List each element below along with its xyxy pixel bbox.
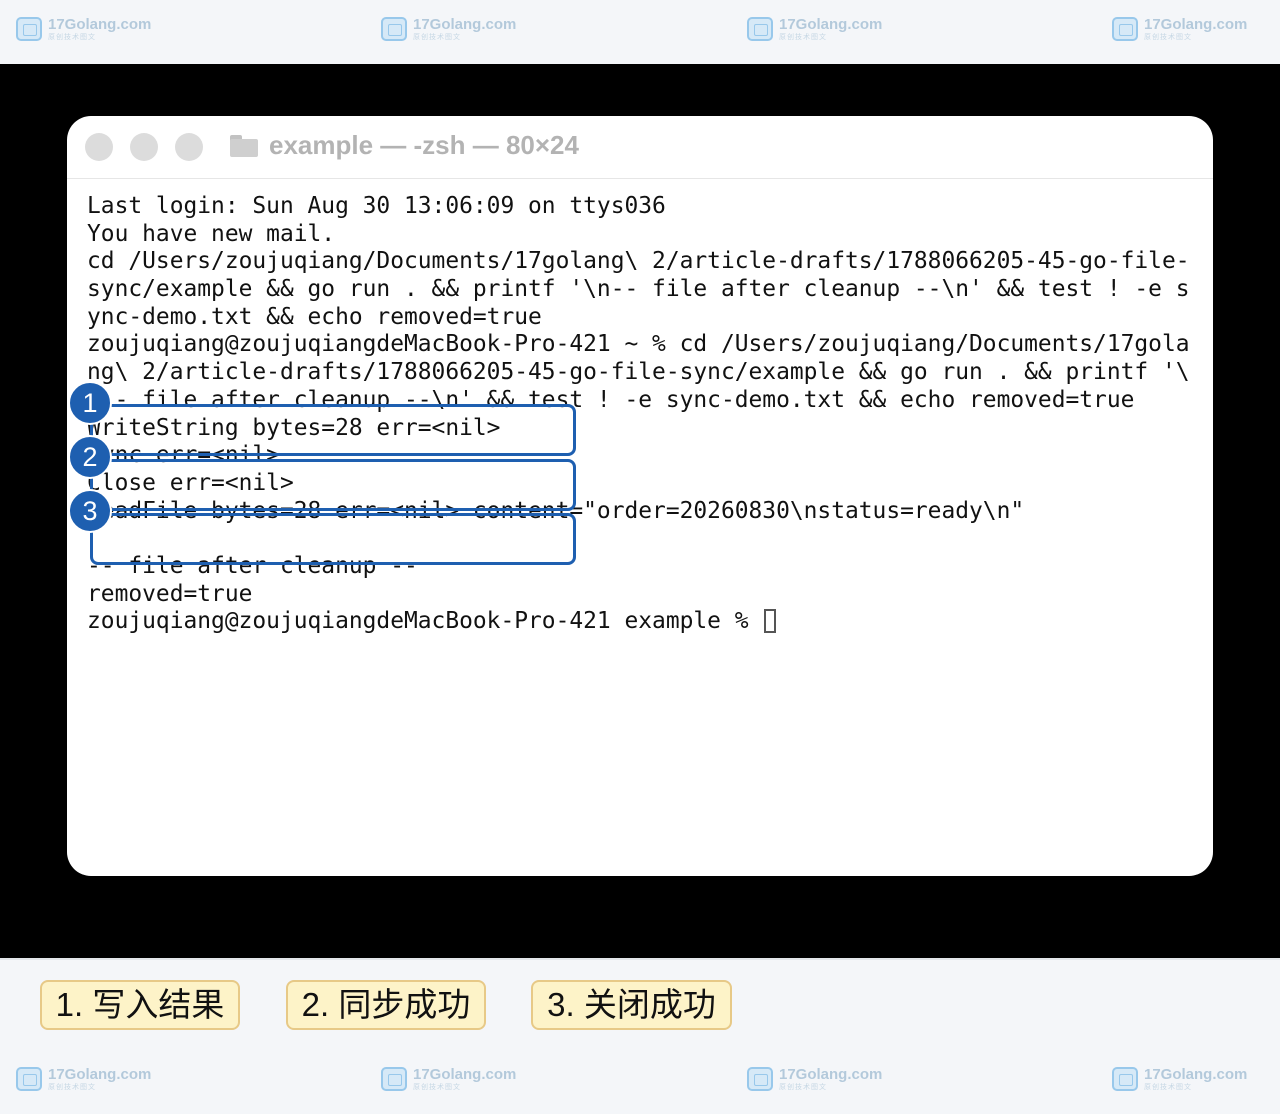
site-logo-icon: [381, 1067, 407, 1091]
watermark-subtext: 原创技术图文: [779, 34, 827, 41]
highlight-badge-3: 3: [68, 489, 112, 533]
window-title: example — -zsh — 80×24: [269, 130, 579, 160]
window-titlebar[interactable]: example — -zsh — 80×24: [67, 116, 1213, 179]
terminal-line: sync/example && go run . && printf '\n--…: [87, 276, 1190, 303]
watermark: 17Golang.com 原创技术图文: [1112, 17, 1247, 41]
watermark-text: 17Golang.com: [413, 1066, 517, 1083]
terminal-line: ync-demo.txt && echo removed=true: [87, 303, 542, 330]
watermark: 17Golang.com 原创技术图文: [1112, 1067, 1247, 1091]
text-cursor: [764, 609, 777, 634]
legend-item-1: 1. 写入结果: [40, 980, 240, 1030]
watermark: 17Golang.com 原创技术图文: [381, 17, 516, 41]
watermark-subtext: 原创技术图文: [413, 1084, 461, 1091]
watermark-text: 17Golang.com: [779, 16, 883, 33]
watermark: 17Golang.com 原创技术图文: [16, 1067, 151, 1091]
watermark-text: 17Golang.com: [48, 1066, 152, 1083]
highlight-box-1: [90, 404, 576, 456]
watermark-subtext: 原创技术图文: [48, 34, 96, 41]
watermark: 17Golang.com 原创技术图文: [747, 17, 882, 41]
terminal-line: cd /Users/zoujuqiang/Documents/17golang\…: [87, 248, 1190, 275]
shell-prompt: zoujuqiang@zoujuqiangdeMacBook-Pro-421 e…: [87, 608, 763, 635]
zoom-window-button[interactable]: [175, 133, 203, 161]
terminal-line: removed=true: [87, 580, 253, 607]
watermark-band-top: 17Golang.com 原创技术图文 17Golang.com 原创技术图文 17…: [0, 0, 1280, 64]
watermark-subtext: 原创技术图文: [48, 1084, 96, 1091]
watermark-text: 17Golang.com: [779, 1066, 883, 1083]
highlight-badge-2: 2: [68, 435, 112, 479]
terminal-line: zoujuqiang@zoujuqiangdeMacBook-Pro-421 ~…: [87, 331, 1190, 358]
site-logo-icon: [16, 1067, 42, 1091]
watermark-band-bottom: 17Golang.com 原创技术图文 17Golang.com 原创技术图文 17…: [0, 1056, 1280, 1114]
site-logo-icon: [1112, 1067, 1138, 1091]
legend-item-3: 3. 关闭成功: [531, 980, 732, 1030]
watermark: 17Golang.com 原创技术图文: [747, 1067, 882, 1091]
watermark: 17Golang.com 原创技术图文: [16, 17, 151, 41]
terminal-line: You have new mail.: [87, 220, 336, 247]
legend-band: 1. 写入结果 2. 同步成功 3. 关闭成功: [0, 958, 1280, 1058]
site-logo-icon: [16, 17, 42, 41]
site-logo-icon: [381, 17, 407, 41]
close-window-button[interactable]: [85, 133, 113, 161]
minimize-window-button[interactable]: [130, 133, 158, 161]
terminal-prompt-line: zoujuqiang@zoujuqiangdeMacBook-Pro-421 e…: [87, 608, 1190, 636]
highlight-box-3: [90, 513, 576, 565]
folder-icon: [230, 135, 258, 157]
terminal-line: ng\ 2/article-drafts/1788066205-45-go-fi…: [87, 359, 1190, 386]
terminal-line: Last login: Sun Aug 30 13:06:09 on ttys0…: [87, 193, 666, 219]
watermark-text: 17Golang.com: [1144, 16, 1248, 33]
legend-item-2: 2. 同步成功: [286, 980, 486, 1030]
watermark-subtext: 原创技术图文: [1144, 34, 1192, 41]
watermark: 17Golang.com 原创技术图文: [381, 1067, 516, 1091]
watermark-text: 17Golang.com: [1144, 1066, 1248, 1083]
watermark-text: 17Golang.com: [413, 16, 517, 33]
watermark-text: 17Golang.com: [48, 16, 152, 33]
highlight-box-2: [90, 459, 576, 511]
site-logo-icon: [1112, 17, 1138, 41]
site-logo-icon: [747, 17, 773, 41]
highlight-badge-1: 1: [68, 381, 112, 425]
site-logo-icon: [747, 1067, 773, 1091]
watermark-subtext: 原创技术图文: [413, 34, 461, 41]
watermark-subtext: 原创技术图文: [1144, 1084, 1192, 1091]
watermark-subtext: 原创技术图文: [779, 1084, 827, 1091]
